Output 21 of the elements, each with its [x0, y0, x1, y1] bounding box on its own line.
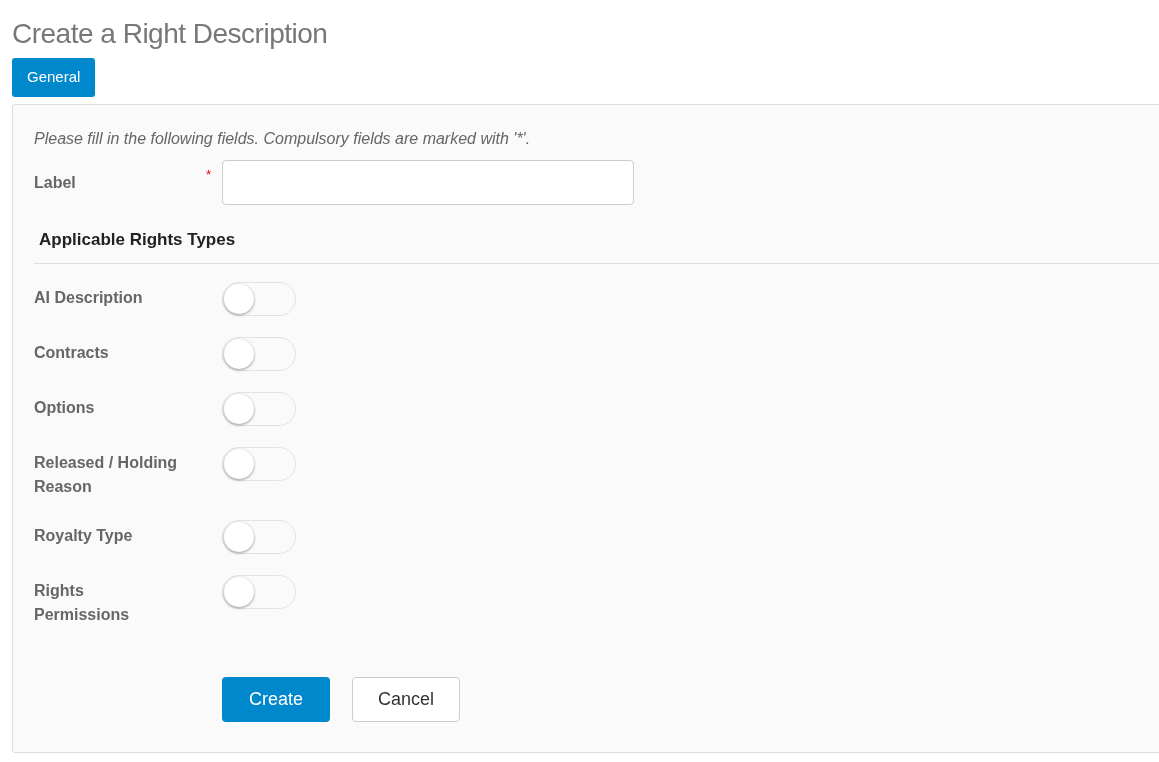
page-title: Create a Right Description — [12, 17, 329, 51]
toggle-switch[interactable] — [222, 391, 296, 426]
toggle-switch[interactable] — [222, 446, 296, 481]
section-title: Applicable Rights Types — [39, 230, 236, 249]
toggle-switch[interactable] — [222, 519, 296, 554]
toggle-switch[interactable] — [222, 336, 296, 371]
toggle-label: Released / Holding Reason — [34, 452, 179, 497]
toggle-label: Royalty Type — [34, 525, 134, 546]
toggle-label: Rights Permissions — [34, 580, 131, 625]
toggle-label: AI Description — [34, 287, 144, 308]
toggle-label: Contracts — [34, 342, 110, 363]
toggle-switch[interactable] — [222, 281, 296, 316]
toggle-label: Options — [34, 397, 96, 418]
create-button[interactable]: Create — [222, 676, 330, 722]
label-input[interactable] — [222, 160, 634, 205]
required-mark: * — [206, 167, 212, 182]
instructions-text: Please fill in the following fields. Compulsory fields are marked with '*'. — [34, 129, 532, 149]
tab[interactable]: General — [12, 58, 96, 97]
cancel-button[interactable]: Cancel — [352, 676, 460, 722]
toggle-switch[interactable] — [222, 574, 296, 609]
field-label: Label — [34, 172, 77, 193]
